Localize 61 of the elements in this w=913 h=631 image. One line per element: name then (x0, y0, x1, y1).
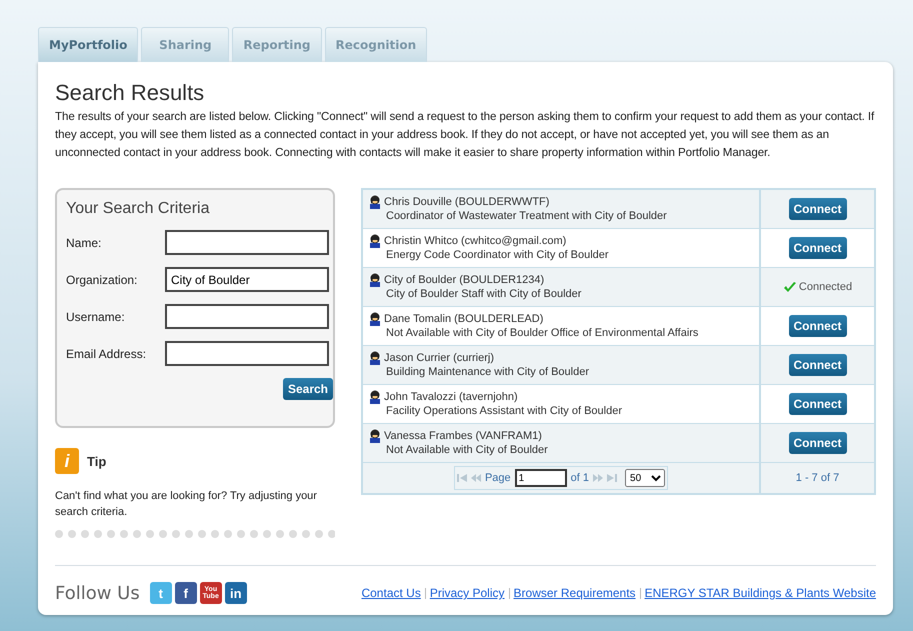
input-field[interactable]: City of Boulder (165, 267, 329, 292)
person-icon (369, 195, 381, 209)
contact-detail: Coordinator of Wastewater Treatment with City of Boulder (385, 209, 667, 223)
contact-name: Jason Currier (currierj) (384, 351, 496, 365)
tip-title: Tip (87, 454, 106, 468)
contact-detail: Not Available with City of Boulder (385, 443, 548, 457)
linkedin-icon[interactable]: in (224, 582, 247, 604)
field-label: Email Address: (66, 346, 148, 360)
field-label: Organization: (66, 272, 138, 286)
person-icon (369, 390, 381, 404)
next-page-icon[interactable] (593, 474, 604, 482)
panel-title: Your Search Criteria (66, 200, 210, 218)
first-page-icon[interactable] (456, 474, 467, 482)
contact-detail: Facility Operations Assistant with City of Boulder (385, 404, 622, 418)
search-button[interactable]: Search (282, 378, 333, 400)
page-title: Search Results (55, 80, 206, 106)
input-field[interactable] (165, 230, 329, 255)
page-size-select[interactable]: 50 (625, 469, 666, 487)
contact-name: Dane Tomalin (BOULDERLEAD) (384, 312, 544, 326)
connect-button[interactable]: Connect (788, 432, 846, 454)
contact-name: Chris Douville (BOULDERWWTF) (384, 195, 550, 209)
page-label: Page (484, 472, 511, 484)
page-input[interactable]: 1 (514, 469, 567, 487)
connect-button[interactable]: Connect (788, 315, 846, 337)
connected-status: Connected (782, 281, 852, 293)
results-summary: 1 - 7 of 7 (794, 471, 840, 486)
input-field[interactable] (165, 304, 329, 329)
contact-detail: Energy Code Coordinator with City of Boulder (385, 248, 609, 262)
connect-button[interactable]: Connect (788, 354, 846, 376)
contact-name: Vanessa Frambes (VANFRAM1) (384, 429, 543, 443)
check-icon (782, 282, 797, 292)
footer-link[interactable]: Contact Us (361, 586, 421, 600)
person-icon (369, 234, 381, 248)
nav-tab[interactable]: MyPortfolio (38, 27, 138, 62)
contact-name: City of Boulder (BOULDER1234) (384, 273, 546, 287)
tip-text: Can't find what you are looking for? Try adjusting your search criteria. (55, 489, 318, 520)
footer-link[interactable]: ENERGY STAR Buildings & Plants Website (644, 586, 876, 600)
connect-button[interactable]: Connect (788, 393, 846, 415)
intro-text: The results of your search are listed below. Clicking "Connect" will send a request to the person asking them to confirm your request to add them as your contact. If they accept, you will see them listed as a connected contact in your address book. If they do not accept, or have not accepted yet, you will see them as an unconnected contact in your address book. Connecting with contacts will make it easier to share property information within Portfolio Manager. (55, 109, 876, 161)
footer-link[interactable]: Browser Requirements (514, 586, 636, 600)
person-icon (369, 312, 381, 326)
contact-name: John Tavalozzi (tavernjohn) (384, 390, 519, 404)
contact-detail: City of Boulder Staff with City of Boulder (385, 287, 582, 301)
contact-detail: Not Available with City of Boulder Office of Environmental Affairs (385, 326, 698, 340)
previous-page-icon[interactable] (470, 474, 481, 482)
page-count: of 1 (570, 472, 590, 484)
contact-detail: Building Maintenance with City of Boulder (385, 365, 590, 379)
person-icon (369, 273, 381, 287)
connect-button[interactable]: Connect (788, 237, 846, 259)
input-field[interactable] (165, 341, 329, 366)
field-label: Username: (66, 310, 126, 324)
person-icon (369, 351, 381, 365)
contact-name: Christin Whitco (cwhitco@gmail.com) (384, 234, 568, 248)
last-page-icon[interactable] (607, 474, 618, 482)
field-label: Name: (66, 236, 102, 250)
person-icon (369, 429, 381, 443)
follow-us-label: Follow Us (55, 582, 140, 604)
footer-link[interactable]: Privacy Policy (430, 586, 505, 600)
facebook-icon[interactable]: f (174, 582, 197, 604)
info-icon: i (55, 448, 79, 474)
connect-button[interactable]: Connect (788, 198, 846, 220)
